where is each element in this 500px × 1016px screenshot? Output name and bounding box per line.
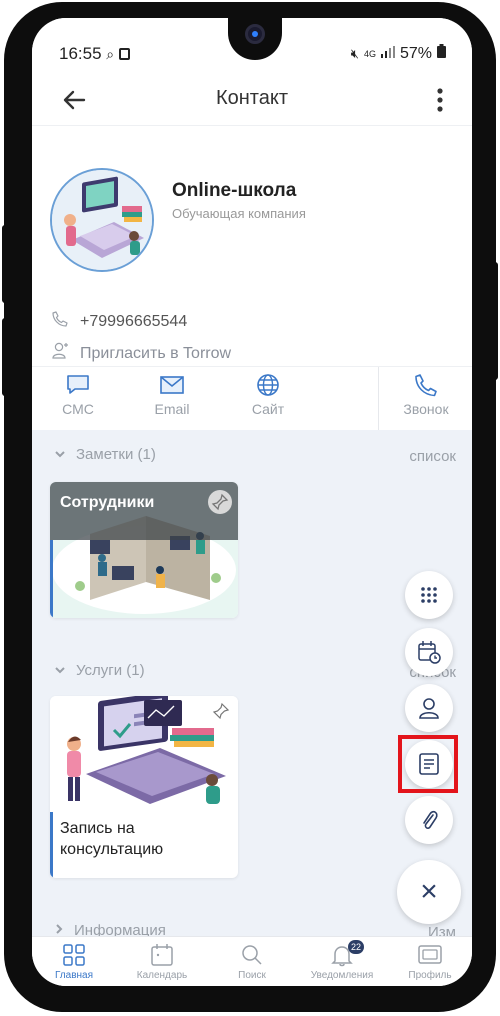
avatar[interactable] [50,168,154,272]
note-card[interactable]: Сотрудники [50,482,238,618]
power-button [490,262,498,380]
battery-label: 57% [399,44,432,62]
note-card-title: Сотрудники [60,494,155,511]
network-label: 4G [363,48,376,59]
nav-notifications[interactable]: 22 Уведомления [302,940,382,981]
globe-icon [255,373,281,397]
person-icon [419,698,439,719]
nav-search[interactable]: Поиск [212,943,292,981]
signal-icon [380,45,395,63]
notes-section-title: Заметки (1) [76,446,156,463]
call-action[interactable]: Звонок [394,373,458,417]
home-grid-icon [61,943,87,967]
battery-icon [437,44,446,63]
contact-profile: Online-школа Обучающая компания +7999666… [32,126,472,386]
contact-content: Заметки (1) список Сотрудники Услуги (1)… [32,430,472,938]
contact-actions: СМС Email Сайт Звонок [32,366,472,431]
close-fab[interactable]: × [397,860,461,924]
app-status-icon [118,48,130,60]
page-title: Контакт [215,87,288,109]
pin-icon[interactable] [212,702,230,725]
camera-lens [245,24,265,44]
apps-grid-icon [421,587,437,603]
card-accent-bar [50,540,53,618]
status-indicators: 🔇︎ 4G 57% [351,44,446,63]
mute-icon: 🔇︎ [350,45,359,61]
nav-profile[interactable]: Профиль [390,943,470,981]
mail-icon [159,373,185,397]
more-options-icon[interactable] [430,86,450,114]
sms-action[interactable]: СМС [46,373,110,417]
document-icon [419,753,439,775]
phone-icon [52,311,68,332]
chat-icon [65,373,91,397]
phone-number: +79996665544 [80,312,188,330]
search-icon [239,943,265,967]
services-section-title: Услуги (1) [76,662,145,679]
volume-button-down [2,318,10,396]
invite-user-icon [52,342,68,365]
paperclip-icon [423,810,438,830]
chevron-down-icon [54,662,66,679]
volume-button [2,225,10,303]
actions-divider [378,367,379,431]
schedule-fab[interactable] [405,628,453,676]
status-bar: 16:55 ⌕ 🔇︎ 4G 57% [32,18,472,74]
close-icon: × [420,875,438,908]
notes-list-link[interactable]: список [409,448,456,465]
website-action[interactable]: Сайт [236,373,300,417]
sms-label: СМС [62,401,94,417]
invite-row[interactable]: Пригласить в Torrow [52,342,231,365]
nav-home[interactable]: Главная [34,943,114,981]
services-section-header[interactable]: Услуги (1) [54,662,145,679]
website-label: Сайт [251,401,285,417]
contact-fab[interactable] [405,684,453,732]
email-label: Email [154,401,190,417]
contact-name: Online-школа [172,180,297,201]
note-fab[interactable] [405,740,453,788]
card-accent-bar [50,812,53,878]
apps-fab[interactable] [405,571,453,619]
profile-card-icon [417,943,443,967]
search-status-icon: ⌕ [106,46,115,62]
service-card[interactable]: Запись на консультацию [50,696,238,878]
consultation-illustration [50,696,238,812]
nav-home-label: Главная [54,970,94,981]
calendar-clock-icon [418,641,441,664]
status-time: 16:55 ⌕ [59,44,130,64]
pin-icon[interactable] [208,490,232,514]
call-label: Звонок [403,401,449,417]
nav-profile-label: Профиль [408,970,452,981]
notification-badge: 22 [348,940,365,954]
calendar-icon [149,943,175,967]
top-app-bar: Контакт [32,74,472,126]
nav-notifications-label: Уведомления [310,970,374,981]
notes-section-header[interactable]: Заметки (1) [54,446,156,463]
bottom-navigation: Главная Календарь Поиск 22 Уведомления П… [32,936,472,986]
nav-calendar-label: Календарь [136,970,188,981]
chevron-down-icon [54,446,66,463]
camera-notch [228,18,282,60]
nav-calendar[interactable]: Календарь [122,943,202,981]
nav-search-label: Поиск [238,970,266,981]
invite-link: Пригласить в Torrow [80,344,232,362]
attachment-fab[interactable] [405,796,453,844]
service-card-title: Запись на консультацию [60,820,164,858]
app-screen: 16:55 ⌕ 🔇︎ 4G 57% Контакт Online-школа О… [32,18,472,986]
contact-subtitle: Обучающая компания [172,206,306,221]
email-action[interactable]: Email [140,373,204,417]
phone-number-row[interactable]: +79996665544 [52,311,187,332]
phone-icon [413,373,439,397]
